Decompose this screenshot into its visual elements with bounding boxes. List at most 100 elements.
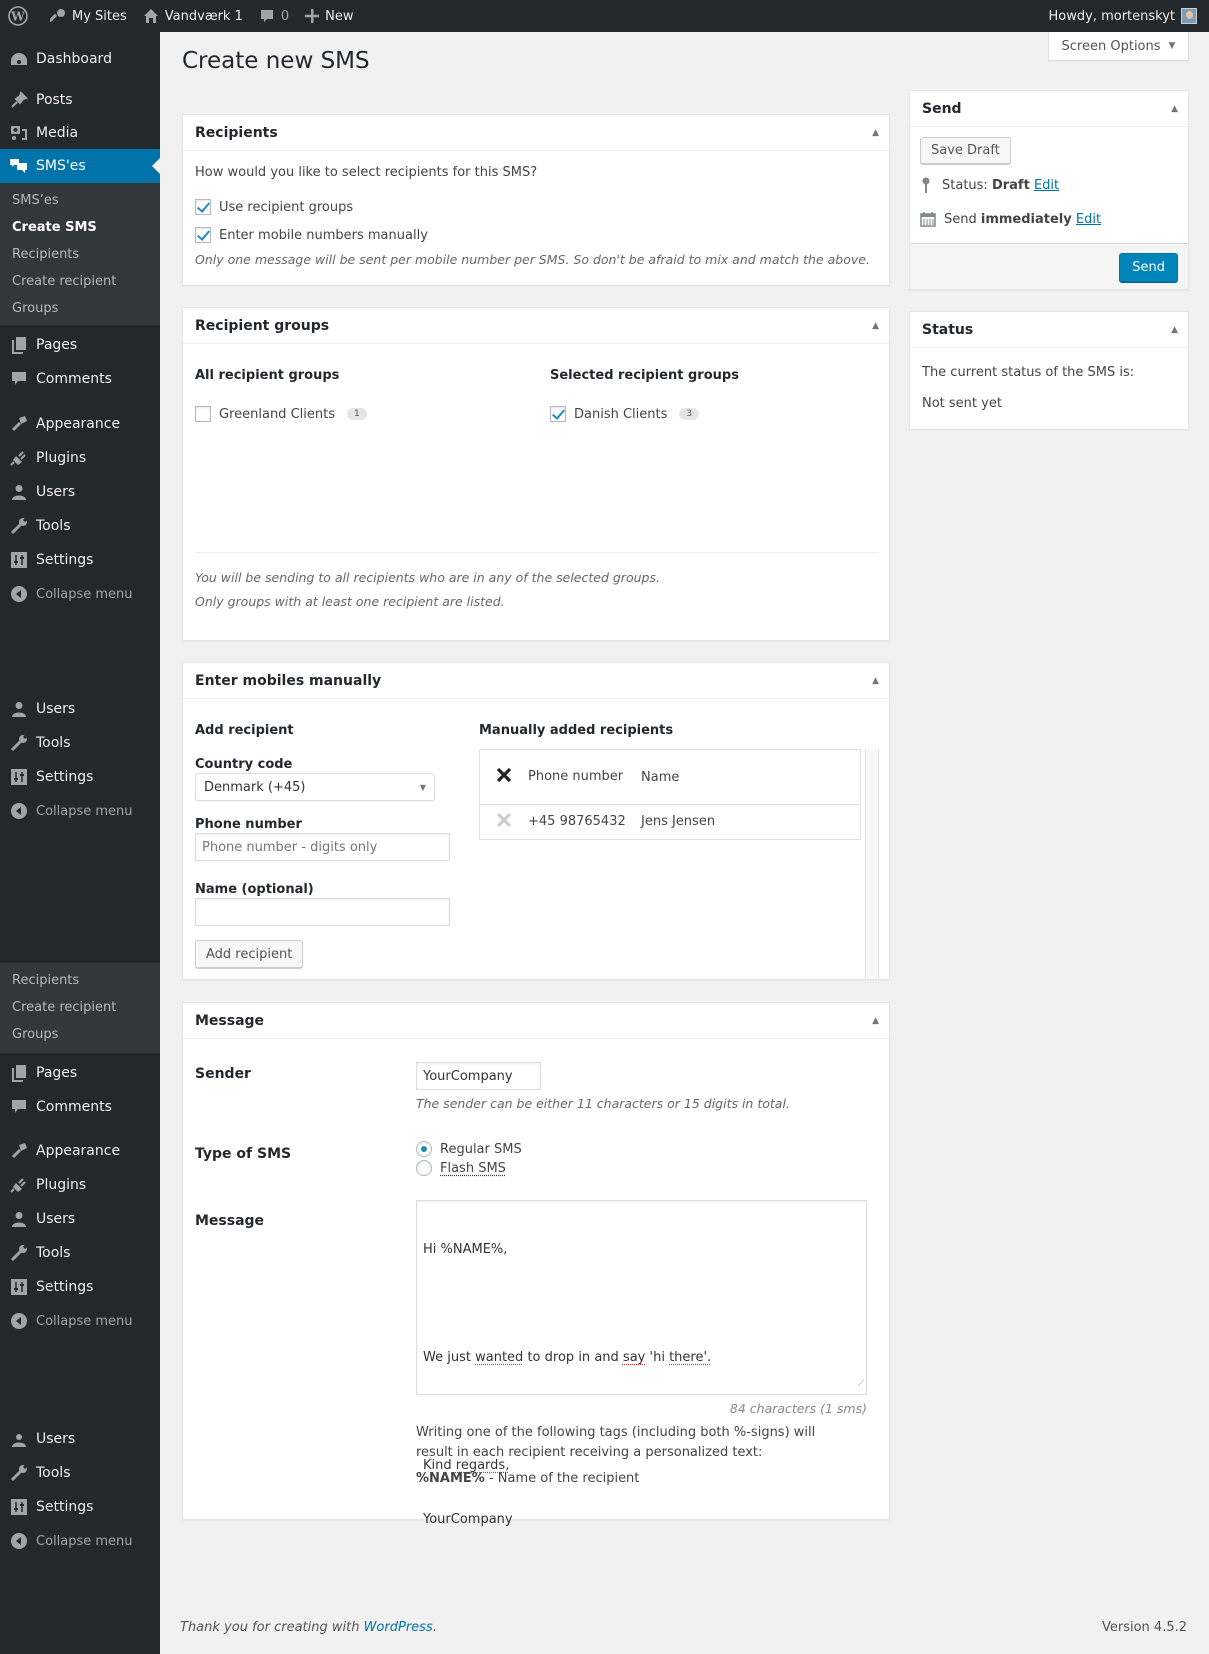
collapse-menu-button-duplicate[interactable]: Collapse menu — [0, 794, 160, 828]
submenu-smses[interactable]: SMS’es — [0, 187, 160, 214]
menu-media-label: Media — [36, 125, 79, 141]
new-content-menu[interactable]: New — [297, 0, 361, 32]
collapse-toggle-icon[interactable]: ▲ — [872, 321, 879, 331]
my-sites-menu[interactable]: My Sites — [42, 0, 135, 32]
sender-input[interactable]: YourCompany — [416, 1062, 541, 1090]
collapse-toggle-icon[interactable]: ▲ — [1171, 104, 1178, 114]
submenu-groups[interactable]: Groups — [0, 1021, 160, 1048]
collapse-toggle-icon[interactable]: ▲ — [1171, 325, 1178, 335]
country-code-select[interactable]: Denmark (+45) ▼ — [195, 773, 435, 801]
menu-tools-label: Tools — [36, 518, 71, 534]
menu-plugins-duplicate[interactable]: Plugins — [0, 1168, 160, 1202]
menu-pages-duplicate[interactable]: Pages — [0, 1056, 160, 1090]
submenu-groups[interactable]: Groups — [0, 295, 160, 322]
use-groups-checkbox[interactable] — [195, 199, 211, 215]
submenu-create-recipient[interactable]: Create recipient — [0, 268, 160, 295]
my-account-menu[interactable]: Howdy, mortenskyt — [1049, 8, 1209, 24]
resize-handle-icon[interactable]: ⟋ — [858, 1375, 864, 1393]
edit-status-link[interactable]: Edit — [1034, 178, 1059, 193]
save-draft-button[interactable]: Save Draft — [920, 137, 1011, 164]
flash-sms-radio[interactable] — [416, 1160, 432, 1176]
manual-recipients-table: Phone number Name +45 98765432 Jens Jens… — [479, 749, 861, 840]
collapse-toggle-icon[interactable]: ▲ — [872, 676, 879, 686]
menu-plugins[interactable]: Plugins — [0, 441, 160, 475]
message-box-title[interactable]: Message — [183, 1003, 889, 1039]
manual-numbers-checkbox[interactable] — [195, 227, 211, 243]
comments-icon — [0, 1099, 36, 1115]
manual-numbers-option[interactable]: Enter mobile numbers manually — [195, 227, 428, 243]
recipients-box-title[interactable]: Recipients — [183, 115, 889, 151]
submenu-create-recipient[interactable]: Create recipient — [0, 994, 160, 1021]
tag-description: - Name of the recipient — [484, 1471, 640, 1486]
divider — [195, 552, 879, 553]
menu-tools-duplicate-2[interactable]: Tools — [0, 1236, 160, 1270]
screen-options-button[interactable]: Screen Options ▼ — [1048, 32, 1189, 61]
table-scrollbar[interactable] — [865, 749, 879, 979]
menu-settings-duplicate-2[interactable]: Settings — [0, 1270, 160, 1304]
send-button[interactable]: Send — [1119, 253, 1178, 282]
use-groups-option[interactable]: Use recipient groups — [195, 199, 353, 215]
menu-dashboard[interactable]: Dashboard — [0, 42, 160, 76]
new-label: New — [325, 8, 354, 24]
menu-comments-label: Comments — [36, 1099, 112, 1115]
close-icon — [496, 812, 512, 827]
add-recipient-button[interactable]: Add recipient — [195, 940, 304, 968]
comments-menu[interactable]: 0 — [251, 0, 297, 32]
collapse-toggle-icon[interactable]: ▲ — [872, 1016, 879, 1026]
menu-comments-duplicate[interactable]: Comments — [0, 1090, 160, 1124]
menu-tools[interactable]: Tools — [0, 509, 160, 543]
edit-schedule-link[interactable]: Edit — [1076, 212, 1101, 227]
status-box-title[interactable]: Status — [910, 312, 1188, 348]
menu-settings[interactable]: Settings — [0, 543, 160, 577]
menu-users-label: Users — [36, 1431, 76, 1447]
menu-tools-duplicate-3[interactable]: Tools — [0, 1456, 160, 1490]
remove-all-button[interactable] — [480, 749, 528, 805]
menu-users-duplicate-3[interactable]: Users — [0, 1422, 160, 1456]
menu-users[interactable]: Users — [0, 475, 160, 509]
wp-logo-menu[interactable]: W — [0, 0, 42, 32]
phone-number-input[interactable]: Phone number - digits only — [195, 833, 450, 861]
remove-recipient-button[interactable] — [480, 804, 528, 839]
menu-pages[interactable]: Pages — [0, 328, 160, 362]
flash-sms-option[interactable]: Flash SMS — [416, 1160, 506, 1176]
site-name-menu[interactable]: Vandværk 1 — [135, 0, 251, 32]
name-input[interactable] — [195, 898, 450, 926]
send-box-title[interactable]: Send — [910, 91, 1188, 127]
settings-sliders-icon — [0, 1279, 36, 1295]
submenu-recipients[interactable]: Recipients — [0, 241, 160, 268]
menu-appearance[interactable]: Appearance — [0, 407, 160, 441]
menu-smses[interactable]: SMS'es — [0, 149, 160, 183]
regular-sms-option[interactable]: Regular SMS — [416, 1141, 522, 1157]
calendar-icon — [920, 212, 936, 227]
group-item-danish[interactable]: Danish Clients 3 — [550, 406, 700, 422]
collapse-menu-label: Collapse menu — [36, 1313, 133, 1329]
menu-users-duplicate-2[interactable]: Users — [0, 1202, 160, 1236]
group-item-greenland[interactable]: Greenland Clients 1 — [195, 406, 367, 422]
collapse-menu-button-duplicate-3[interactable]: Collapse menu — [0, 1524, 160, 1558]
my-sites-label: My Sites — [72, 8, 127, 24]
menu-users-duplicate[interactable]: Users — [0, 692, 160, 726]
smses-submenu-duplicate: Recipients Create recipient Groups — [0, 963, 160, 1053]
wordpress-link[interactable]: WordPress — [364, 1620, 433, 1635]
menu-comments[interactable]: Comments — [0, 362, 160, 396]
message-title-text: Message — [195, 1012, 265, 1029]
menu-posts[interactable]: Posts — [0, 83, 160, 117]
menu-settings-duplicate[interactable]: Settings — [0, 760, 160, 794]
menu-tools-duplicate[interactable]: Tools — [0, 726, 160, 760]
menu-media[interactable]: Media — [0, 116, 160, 150]
manual-mobiles-box-title[interactable]: Enter mobiles manually — [183, 663, 889, 699]
submenu-recipients[interactable]: Recipients — [0, 967, 160, 994]
group-checkbox[interactable] — [195, 406, 211, 422]
submenu-create-sms[interactable]: Create SMS — [0, 214, 160, 241]
message-textarea[interactable]: Hi %NAME%, We just wanted to drop in and… — [416, 1200, 867, 1527]
menu-settings-duplicate-3[interactable]: Settings — [0, 1490, 160, 1524]
collapse-toggle-icon[interactable]: ▲ — [872, 128, 879, 138]
collapse-menu-button-duplicate-2[interactable]: Collapse menu — [0, 1304, 160, 1338]
group-checkbox[interactable] — [550, 406, 566, 422]
recipient-groups-box-title[interactable]: Recipient groups — [183, 308, 889, 344]
collapse-menu-button[interactable]: Collapse menu — [0, 577, 160, 611]
regular-sms-radio[interactable] — [416, 1141, 432, 1157]
dashboard-gauge-icon — [0, 51, 36, 67]
menu-appearance-duplicate[interactable]: Appearance — [0, 1134, 160, 1168]
recipient-groups-box: Recipient groups ▲ All recipient groups … — [182, 307, 890, 641]
